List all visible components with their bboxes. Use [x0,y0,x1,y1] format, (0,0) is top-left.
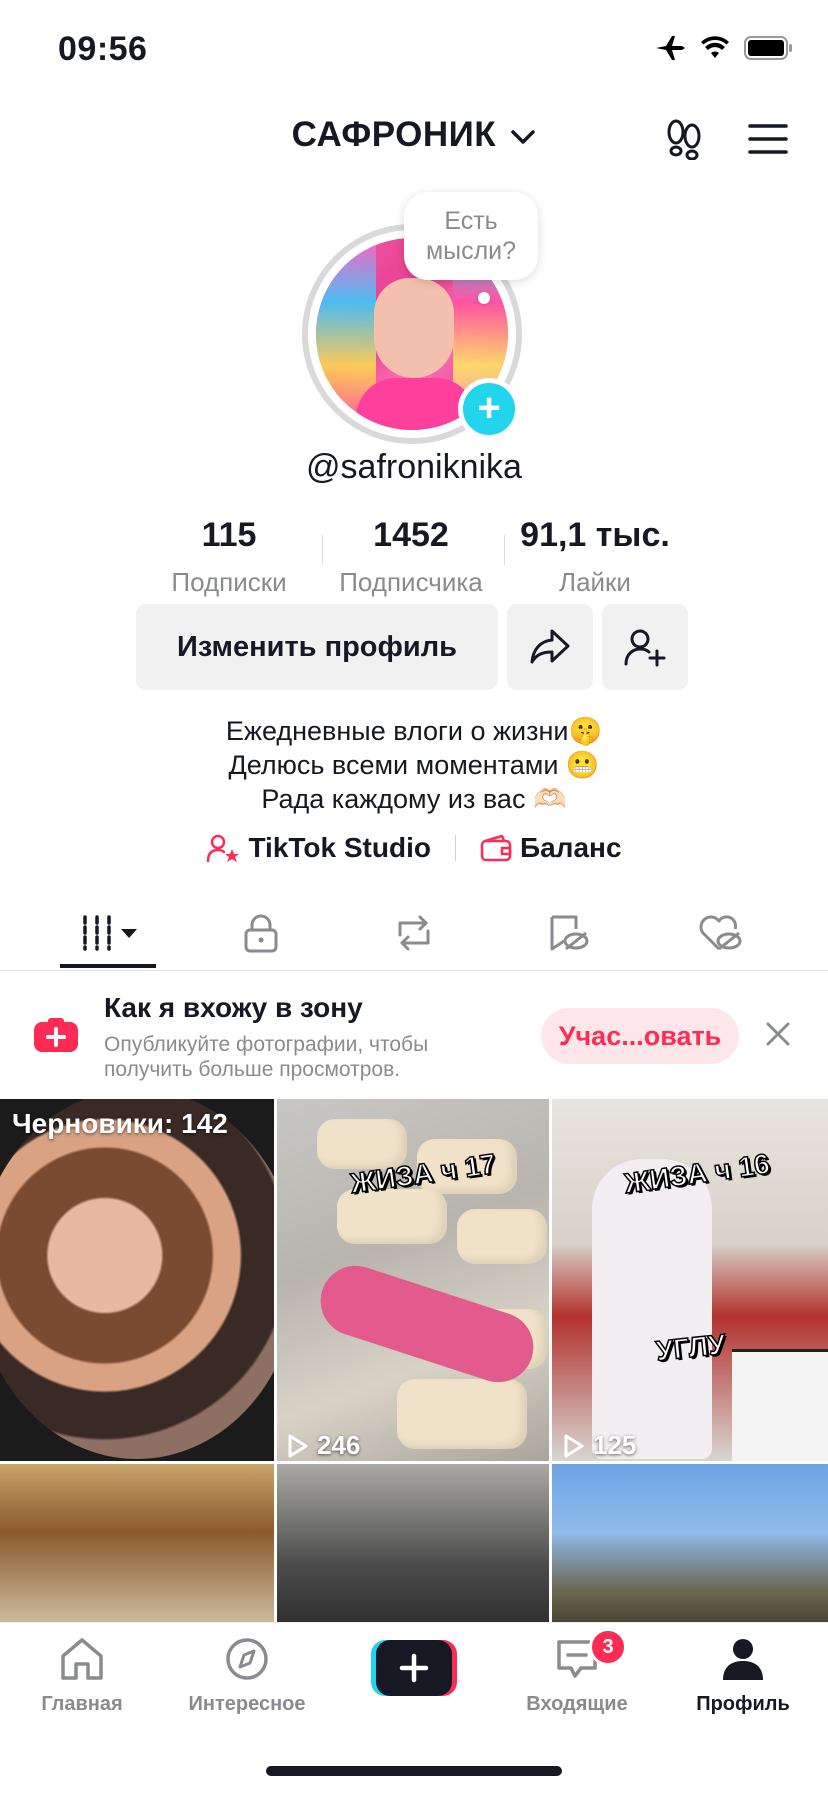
home-icon [61,1638,103,1680]
repost-icon [398,915,430,951]
play-icon [288,1434,308,1457]
participate-button[interactable]: Учас...овать [541,1008,739,1064]
tab-favorites[interactable] [538,908,598,958]
header-actions [664,118,788,160]
stat-value: 115 [201,516,257,554]
status-time: 09:56 [58,30,148,68]
nav-home[interactable]: Главная [7,1636,157,1716]
play-icon [564,1434,584,1457]
video-tile[interactable] [0,1464,274,1634]
drafts-tile[interactable] [0,1099,274,1461]
edit-profile-button[interactable]: Изменить профиль [136,604,498,690]
profile-icon [723,1639,763,1680]
bio-line: Ежедневные влоги о жизни🤫 [225,716,603,746]
stat-label: Подписки [171,567,287,597]
add-photo-icon [34,1018,78,1052]
stat-followers[interactable]: 1452 Подписчика [311,516,511,598]
tab-videos[interactable] [72,908,152,958]
nav-discover[interactable]: Интересное [172,1636,322,1716]
compass-icon [226,1638,268,1680]
wallet-icon [480,834,512,862]
video-tile[interactable] [277,1099,549,1461]
video-tile[interactable] [552,1099,828,1461]
nav-profile[interactable]: Профиль [668,1636,818,1716]
chevron-down-icon [511,130,536,144]
stat-label: Подписчика [339,567,483,597]
nav-label: Входящие [526,1693,628,1715]
bubble-tail [478,292,490,304]
profile-links: TikTok Studio Баланс [0,832,828,864]
drafts-label: Черновики: 142 [12,1108,228,1139]
lock-icon [244,914,278,953]
page-title: САФРОНИК [291,115,497,154]
play-count-value: 125 [593,1430,637,1460]
battery-icon [744,36,792,60]
creator-star-icon [207,834,240,863]
tab-active-indicator [60,964,156,968]
nav-inbox[interactable]: Входящие [502,1636,652,1716]
share-profile-button[interactable] [507,604,593,690]
grid-icon [83,915,137,951]
balance-label: Баланс [519,832,622,863]
close-icon[interactable] [762,1018,794,1050]
bookmark-hidden-icon [550,915,589,951]
bio-line: Делюсь всеми моментами 😬 [228,750,600,780]
stat-value: 1452 [373,516,449,554]
username: @safroniknika [306,448,522,486]
play-count-value: 246 [317,1430,361,1460]
status-icons [654,34,794,62]
stat-following[interactable]: 115 Подписки [129,516,329,598]
tab-reposts[interactable] [384,908,444,958]
footprints-icon[interactable] [664,118,704,160]
add-friend-button[interactable] [602,604,688,690]
add-user-icon [624,629,666,667]
thoughts-bubble[interactable]: Есть мысли? [404,192,538,280]
heart-hidden-icon [699,915,742,951]
share-icon [530,629,570,664]
add-story-icon[interactable]: + [458,378,520,440]
profile-tabs [0,900,828,971]
nav-label: Профиль [696,1693,790,1715]
video-tile[interactable] [552,1464,828,1634]
balance-link[interactable]: Баланс [480,832,622,864]
menu-icon[interactable] [748,123,788,155]
video-tile[interactable] [277,1464,549,1634]
tiktok-studio-link[interactable]: TikTok Studio [206,832,431,864]
promo-title: Как я вхожу в зону [104,992,363,1023]
play-count: 125 [563,1430,636,1461]
divider [454,835,456,861]
bio-line: Рада каждому из вас 🫶🏻 [261,784,567,814]
tab-private[interactable] [231,908,291,958]
nav-label: Главная [41,1693,123,1715]
stat-likes[interactable]: 91,1 тыс. Лайки [495,516,695,598]
wifi-icon [701,36,729,58]
bio: Ежедневные влоги о жизни🤫 Делюсь всеми м… [0,714,828,816]
stat-label: Лайки [559,567,631,597]
play-count: 246 [287,1430,360,1461]
inbox-badge: 3 [589,1628,627,1666]
tiktok-studio-label: TikTok Studio [248,832,431,863]
tab-liked[interactable] [690,908,750,958]
home-indicator [266,1766,562,1776]
promo-subtitle: Опубликуйте фотографии, чтобы получить б… [104,1033,429,1081]
stat-value: 91,1 тыс. [520,516,670,554]
airplane-icon [656,36,685,60]
nav-label: Интересное [188,1693,306,1715]
create-button[interactable] [371,1640,457,1696]
